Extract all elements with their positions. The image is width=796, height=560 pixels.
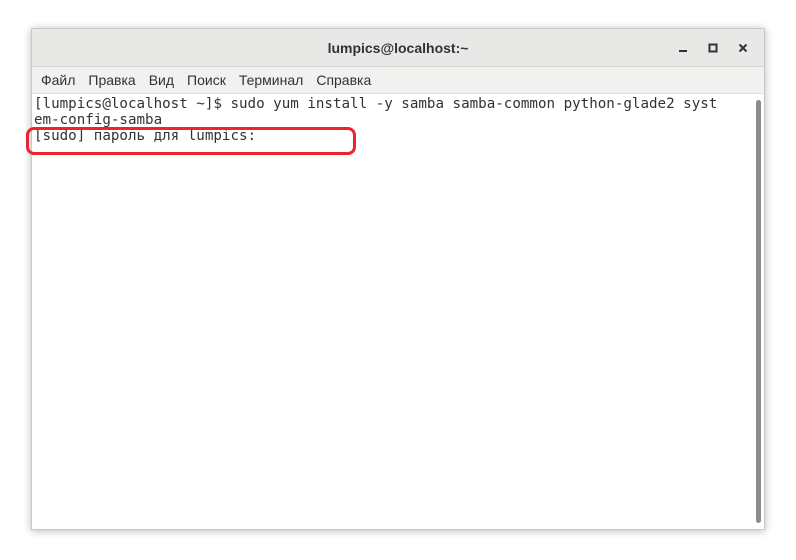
terminal-line-command-wrap: em-config-samba	[34, 112, 163, 128]
terminal-window: lumpics@localhost:~ Файл Правка Вид Поис…	[31, 28, 765, 530]
minimize-icon	[679, 50, 687, 52]
screenshot: lumpics@localhost:~ Файл Правка Вид Поис…	[0, 0, 796, 560]
menu-file[interactable]: Файл	[35, 69, 81, 91]
minimize-button[interactable]	[668, 35, 698, 61]
maximize-icon	[708, 43, 718, 53]
window-controls	[668, 29, 758, 67]
menu-bar: Файл Правка Вид Поиск Терминал Справка	[32, 67, 764, 94]
title-bar[interactable]: lumpics@localhost:~	[32, 29, 764, 67]
terminal-line-command: [lumpics@localhost ~]$ sudo yum install …	[34, 96, 718, 112]
close-icon	[738, 43, 748, 53]
menu-help[interactable]: Справка	[310, 69, 377, 91]
terminal-scrollbar[interactable]	[752, 94, 764, 529]
terminal-output[interactable]: [lumpics@localhost ~]$ sudo yum install …	[32, 94, 754, 529]
menu-edit[interactable]: Правка	[82, 69, 141, 91]
close-button[interactable]	[728, 35, 758, 61]
menu-terminal[interactable]: Терминал	[233, 69, 309, 91]
scrollbar-thumb[interactable]	[756, 100, 761, 523]
window-title: lumpics@localhost:~	[327, 40, 469, 56]
terminal-line-password-prompt: [sudo] пароль для lumpics:	[34, 128, 265, 144]
menu-view[interactable]: Вид	[143, 69, 180, 91]
maximize-button[interactable]	[698, 35, 728, 61]
menu-search[interactable]: Поиск	[181, 69, 232, 91]
